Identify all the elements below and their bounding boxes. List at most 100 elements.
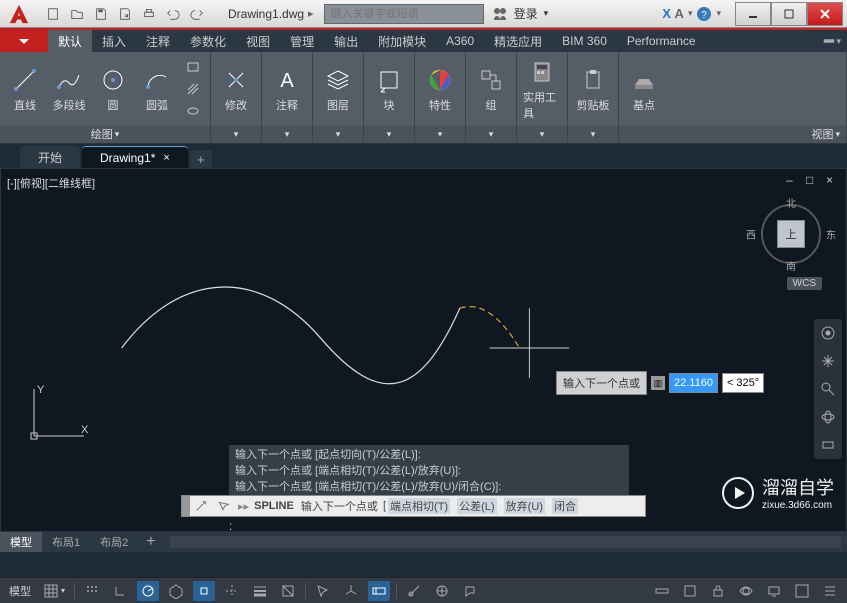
text-button[interactable]: A注释 — [268, 65, 306, 113]
qat-new-icon[interactable] — [42, 3, 64, 25]
line-button[interactable]: 直线 — [6, 65, 44, 113]
status-annoscale-icon[interactable] — [403, 581, 425, 601]
qat-save-icon[interactable] — [90, 3, 112, 25]
nav-zoom-icon[interactable] — [818, 379, 838, 399]
tab-featured[interactable]: 精选应用 — [484, 30, 552, 52]
group-button[interactable]: 组 — [472, 65, 510, 113]
status-selection-icon[interactable] — [312, 581, 334, 601]
cmdline-drag-handle[interactable] — [182, 496, 190, 516]
search-input[interactable] — [324, 4, 484, 24]
polyline-button[interactable]: 多段线 — [50, 65, 88, 113]
status-quickprops-icon[interactable] — [679, 581, 701, 601]
dyninput-angle[interactable]: < 325° — [722, 373, 764, 393]
cmdline-text[interactable]: ▸▸ SPLINE 输入下一个点或 [ 端点相切(T) 公差(L) 放弃(U) … — [234, 498, 582, 514]
status-polar-icon[interactable] — [137, 581, 159, 601]
nav-pan-icon[interactable] — [818, 351, 838, 371]
tab-manage[interactable]: 管理 — [280, 30, 324, 52]
layout-tab-model[interactable]: 模型 — [0, 532, 42, 552]
drawing-area[interactable]: [-][俯视][二维线框] – □ × 上 北 南 东 西 WCS 输入下一个点… — [0, 168, 847, 532]
tab-annotate[interactable]: 注释 — [136, 30, 180, 52]
status-transparency-icon[interactable] — [277, 581, 299, 601]
tab-performance[interactable]: Performance — [617, 30, 706, 52]
qat-redo-icon[interactable] — [186, 3, 208, 25]
filetab-close-icon[interactable]: × — [163, 152, 169, 164]
filetab-add-button[interactable]: + — [190, 150, 212, 168]
base-button[interactable]: 基点 — [625, 65, 663, 113]
status-gizmo-icon[interactable] — [340, 581, 362, 601]
nav-showmotion-icon[interactable] — [818, 435, 838, 455]
layout-tab-layout1[interactable]: 布局1 — [42, 532, 90, 552]
tab-view[interactable]: 视图 — [236, 30, 280, 52]
qat-print-icon[interactable] — [138, 3, 160, 25]
tab-addins[interactable]: 附加模块 — [368, 30, 436, 52]
hatch-icon[interactable] — [182, 79, 204, 99]
wcs-badge[interactable]: WCS — [787, 277, 822, 290]
login-area[interactable]: 登录 ▾ — [492, 5, 549, 22]
utilities-button[interactable]: 实用工具 — [523, 57, 561, 121]
status-ortho-icon[interactable] — [109, 581, 131, 601]
tab-a360[interactable]: A360 — [436, 30, 484, 52]
viewport-label[interactable]: [-][俯视][二维线框] — [7, 175, 95, 191]
maximize-button[interactable] — [771, 2, 807, 26]
tab-parametric[interactable]: 参数化 — [180, 30, 236, 52]
minimize-button[interactable] — [735, 2, 771, 26]
command-line[interactable]: ▸▸ SPLINE 输入下一个点或 [ 端点相切(T) 公差(L) 放弃(U) … — [181, 495, 646, 517]
properties-button[interactable]: 特性 — [421, 65, 459, 113]
app-logo-icon[interactable] — [4, 2, 34, 26]
status-otrack-icon[interactable] — [221, 581, 243, 601]
status-dyninput-icon[interactable] — [368, 581, 390, 601]
ribbon-minimize-icon[interactable]: ▾ — [822, 30, 847, 52]
circle-button[interactable]: 圆 — [94, 65, 132, 113]
modify-button[interactable]: 修改 — [217, 65, 255, 113]
status-units-icon[interactable] — [651, 581, 673, 601]
qat-open-icon[interactable] — [66, 3, 88, 25]
filetab-start[interactable]: 开始 — [20, 146, 80, 168]
status-isolate-icon[interactable] — [735, 581, 757, 601]
layers-button[interactable]: 图层 — [319, 65, 357, 113]
app-menu-button[interactable] — [0, 30, 48, 52]
tab-bim360[interactable]: BIM 360 — [552, 30, 617, 52]
nav-orbit-icon[interactable] — [818, 407, 838, 427]
tab-default[interactable]: 默认 — [48, 30, 92, 52]
exchange-icon[interactable]: X A — [662, 6, 684, 21]
status-grid-icon[interactable]: ▾ — [40, 581, 68, 601]
block-button[interactable]: 块 — [370, 65, 408, 113]
status-hardware-icon[interactable] — [763, 581, 785, 601]
status-isodraft-icon[interactable] — [165, 581, 187, 601]
viewcube-north[interactable]: 北 — [786, 195, 796, 210]
cmdline-recent-icon[interactable] — [212, 495, 234, 517]
nav-wheel-icon[interactable] — [818, 323, 838, 343]
tab-output[interactable]: 输出 — [324, 30, 368, 52]
status-snap-icon[interactable] — [81, 581, 103, 601]
viewcube-east[interactable]: 东 — [826, 227, 836, 242]
qat-saveas-icon[interactable] — [114, 3, 136, 25]
vp-minimize-icon[interactable]: – — [786, 173, 800, 187]
rectangle-icon[interactable] — [182, 57, 204, 77]
status-model-button[interactable]: 模型 — [6, 581, 34, 601]
status-lineweight-icon[interactable] — [249, 581, 271, 601]
layout-tab-layout2[interactable]: 布局2 — [90, 532, 138, 552]
vp-maximize-icon[interactable]: □ — [806, 173, 820, 187]
viewcube-south[interactable]: 南 — [786, 258, 796, 273]
status-lock-icon[interactable] — [707, 581, 729, 601]
viewcube[interactable]: 上 北 南 东 西 — [756, 199, 826, 269]
status-cleanscreen-icon[interactable] — [791, 581, 813, 601]
qat-undo-icon[interactable] — [162, 3, 184, 25]
filetab-drawing1[interactable]: Drawing1*× — [82, 146, 188, 168]
dyninput-dropdown-icon[interactable]: ▥ — [651, 376, 665, 390]
dyninput-distance[interactable]: 22.1160 — [669, 373, 718, 393]
close-button[interactable] — [807, 2, 843, 26]
vp-close-icon[interactable]: × — [826, 173, 840, 187]
status-customize-icon[interactable] — [819, 581, 841, 601]
horizontal-scrollbar[interactable] — [170, 536, 841, 548]
clipboard-button[interactable]: 剪贴板 — [574, 65, 612, 113]
layout-tab-add[interactable]: + — [138, 531, 163, 553]
viewcube-west[interactable]: 西 — [746, 227, 756, 242]
status-osnap-icon[interactable] — [193, 581, 215, 601]
status-workspace-icon[interactable] — [431, 581, 453, 601]
ellipse-icon[interactable] — [182, 101, 204, 121]
help-icon[interactable]: ? — [696, 6, 712, 22]
tab-insert[interactable]: 插入 — [92, 30, 136, 52]
status-annotation-icon[interactable] — [459, 581, 481, 601]
cmdline-customize-icon[interactable] — [190, 495, 212, 517]
